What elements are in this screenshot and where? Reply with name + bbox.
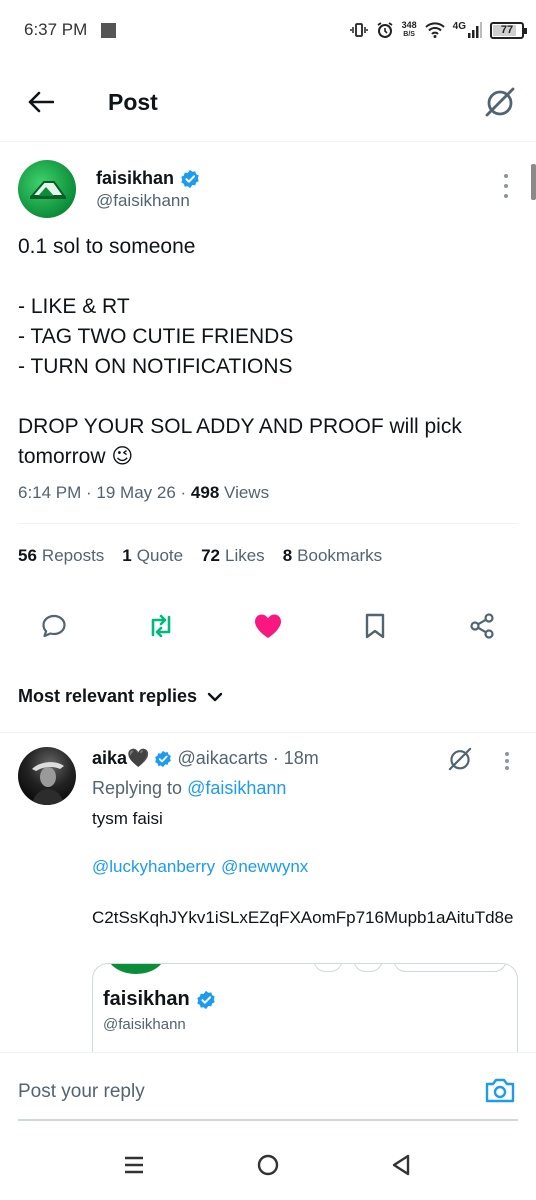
status-time: 6:37 PM [24, 20, 88, 39]
camera-icon[interactable] [484, 1075, 516, 1105]
back-nav-button[interactable] [386, 1150, 416, 1180]
recent-apps-button[interactable] [119, 1150, 149, 1180]
author-avatar[interactable] [18, 160, 76, 218]
post-time: 6:14 PM [18, 483, 82, 502]
back-button[interactable] [24, 85, 58, 119]
reply-author-name[interactable]: aika🖤 [92, 748, 149, 769]
battery-level: 77 [500, 24, 514, 36]
reposts-stat[interactable]: 56 Reposts [18, 546, 104, 566]
quote-action-pill [313, 964, 343, 972]
scrollbar[interactable] [531, 164, 536, 200]
grok-icon[interactable] [482, 84, 518, 120]
author-name-text: faisikhan [96, 168, 175, 188]
quotes-count: 1 [122, 546, 132, 565]
avatar-logo-icon [29, 181, 66, 199]
share-button[interactable] [464, 608, 500, 644]
reply-header: aika🖤 @aikacarts · 18m [92, 748, 319, 769]
more-options-button[interactable] [496, 174, 516, 198]
chevron-down-icon [207, 692, 223, 701]
bookmarks-stat[interactable]: 8 Bookmarks [283, 546, 383, 566]
like-button[interactable] [250, 608, 286, 644]
signal-icon [468, 22, 482, 38]
heart-filled-icon [255, 614, 281, 638]
likes-stat[interactable]: 72 Likes [201, 546, 265, 566]
post-date: 19 May 26 [96, 483, 176, 502]
menu-lines-icon [125, 1156, 143, 1174]
reply-more-options-button[interactable] [504, 752, 510, 770]
quote-avatar [107, 964, 165, 974]
views-count: 498 [190, 483, 220, 502]
replying-to-link[interactable]: @faisikhann [187, 778, 286, 798]
author-name[interactable]: faisikhan [96, 168, 200, 189]
bookmark-icon [365, 613, 385, 639]
home-button[interactable] [253, 1150, 283, 1180]
network-speed-unit: B/S [403, 31, 415, 38]
replying-to: Replying to @faisikhann [92, 778, 286, 799]
status-bar: 6:37 PM 348 B/S 4G 77 [0, 0, 536, 62]
quote-action-pill [393, 964, 507, 972]
quoted-post-card[interactable]: faisikhan @faisikhann [92, 963, 518, 1063]
reply-composer: Post your reply [0, 1052, 536, 1121]
likes-count: 72 [201, 546, 220, 565]
quotes-stat[interactable]: 1 Quote [122, 546, 183, 566]
mention-link[interactable]: @newwynx [221, 857, 308, 877]
alarm-icon [377, 22, 393, 38]
reply-avatar[interactable] [18, 747, 76, 805]
battery-icon: 77 [490, 21, 527, 39]
reply-author-handle[interactable]: @aikacarts [177, 748, 267, 769]
reply-icon [42, 614, 66, 638]
reposts-label: Reposts [41, 546, 105, 565]
network-speed: 348 B/S [402, 21, 417, 39]
post-text: 0.1 sol to someone - LIKE & RT - TAG TWO… [18, 235, 462, 468]
vibrate-icon [349, 23, 368, 37]
status-icons: 348 B/S 4G 77 [349, 16, 527, 44]
wifi-icon [424, 22, 445, 38]
bookmark-button[interactable] [357, 608, 393, 644]
quote-author-name: faisikhan [103, 988, 216, 1011]
reply-time: · 18m [272, 748, 319, 768]
network-type: 4G [452, 20, 466, 32]
views-label: Views [224, 483, 270, 502]
replies-sort-label: Most relevant replies [18, 686, 198, 706]
reply-mentions: @luckyhanberry @newwynx [92, 857, 308, 877]
action-bar [0, 608, 536, 648]
quote-action-pill [353, 964, 383, 972]
divider [18, 1119, 518, 1121]
replying-prefix: Replying to [92, 778, 183, 798]
bookmarks-label: Bookmarks [297, 546, 383, 565]
quote-author-name-text: faisikhan [103, 988, 190, 1010]
quotes-label: Quote [136, 546, 184, 565]
avatar-portrait-icon [32, 762, 64, 805]
reply-text: tysm faisi [92, 809, 163, 828]
divider [18, 523, 518, 524]
network-speed-value: 348 [401, 20, 417, 30]
triangle-back-icon [392, 1154, 410, 1176]
grok-icon[interactable] [446, 745, 474, 773]
likes-label: Likes [225, 546, 265, 565]
post-stats: 56 Reposts 1 Quote 72 Likes 8 Bookmarks [18, 546, 382, 566]
arrow-left-icon [28, 91, 54, 113]
author-handle[interactable]: @faisikhann [96, 191, 190, 211]
reposts-count: 56 [18, 546, 37, 565]
notification-icon [101, 23, 116, 38]
header: Post [0, 62, 536, 142]
repost-button[interactable] [143, 608, 179, 644]
reply-input[interactable]: Post your reply [18, 1081, 145, 1103]
home-circle-icon [257, 1154, 279, 1176]
quote-author-handle: @faisikhann [103, 1016, 186, 1033]
system-nav-bar [0, 1130, 536, 1200]
post-meta: 6:14 PM · 19 May 26 · 498 Views [18, 483, 270, 502]
verified-badge-icon [181, 169, 199, 188]
replies-sort-dropdown[interactable]: Most relevant replies [18, 686, 223, 707]
share-icon [470, 613, 494, 639]
mention-link[interactable]: @luckyhanberry [92, 857, 215, 877]
verified-badge-icon [196, 990, 215, 1009]
page-title: Post [108, 89, 158, 115]
divider [0, 732, 536, 733]
verified-badge-icon [155, 750, 172, 767]
repost-icon [151, 614, 171, 638]
bookmarks-count: 8 [282, 546, 293, 565]
reply-button[interactable] [36, 608, 72, 644]
reply-wallet-address: C2tSsKqhJYkv1iSLxEZqFXAomFp716Mupb1aAitu… [92, 908, 514, 927]
